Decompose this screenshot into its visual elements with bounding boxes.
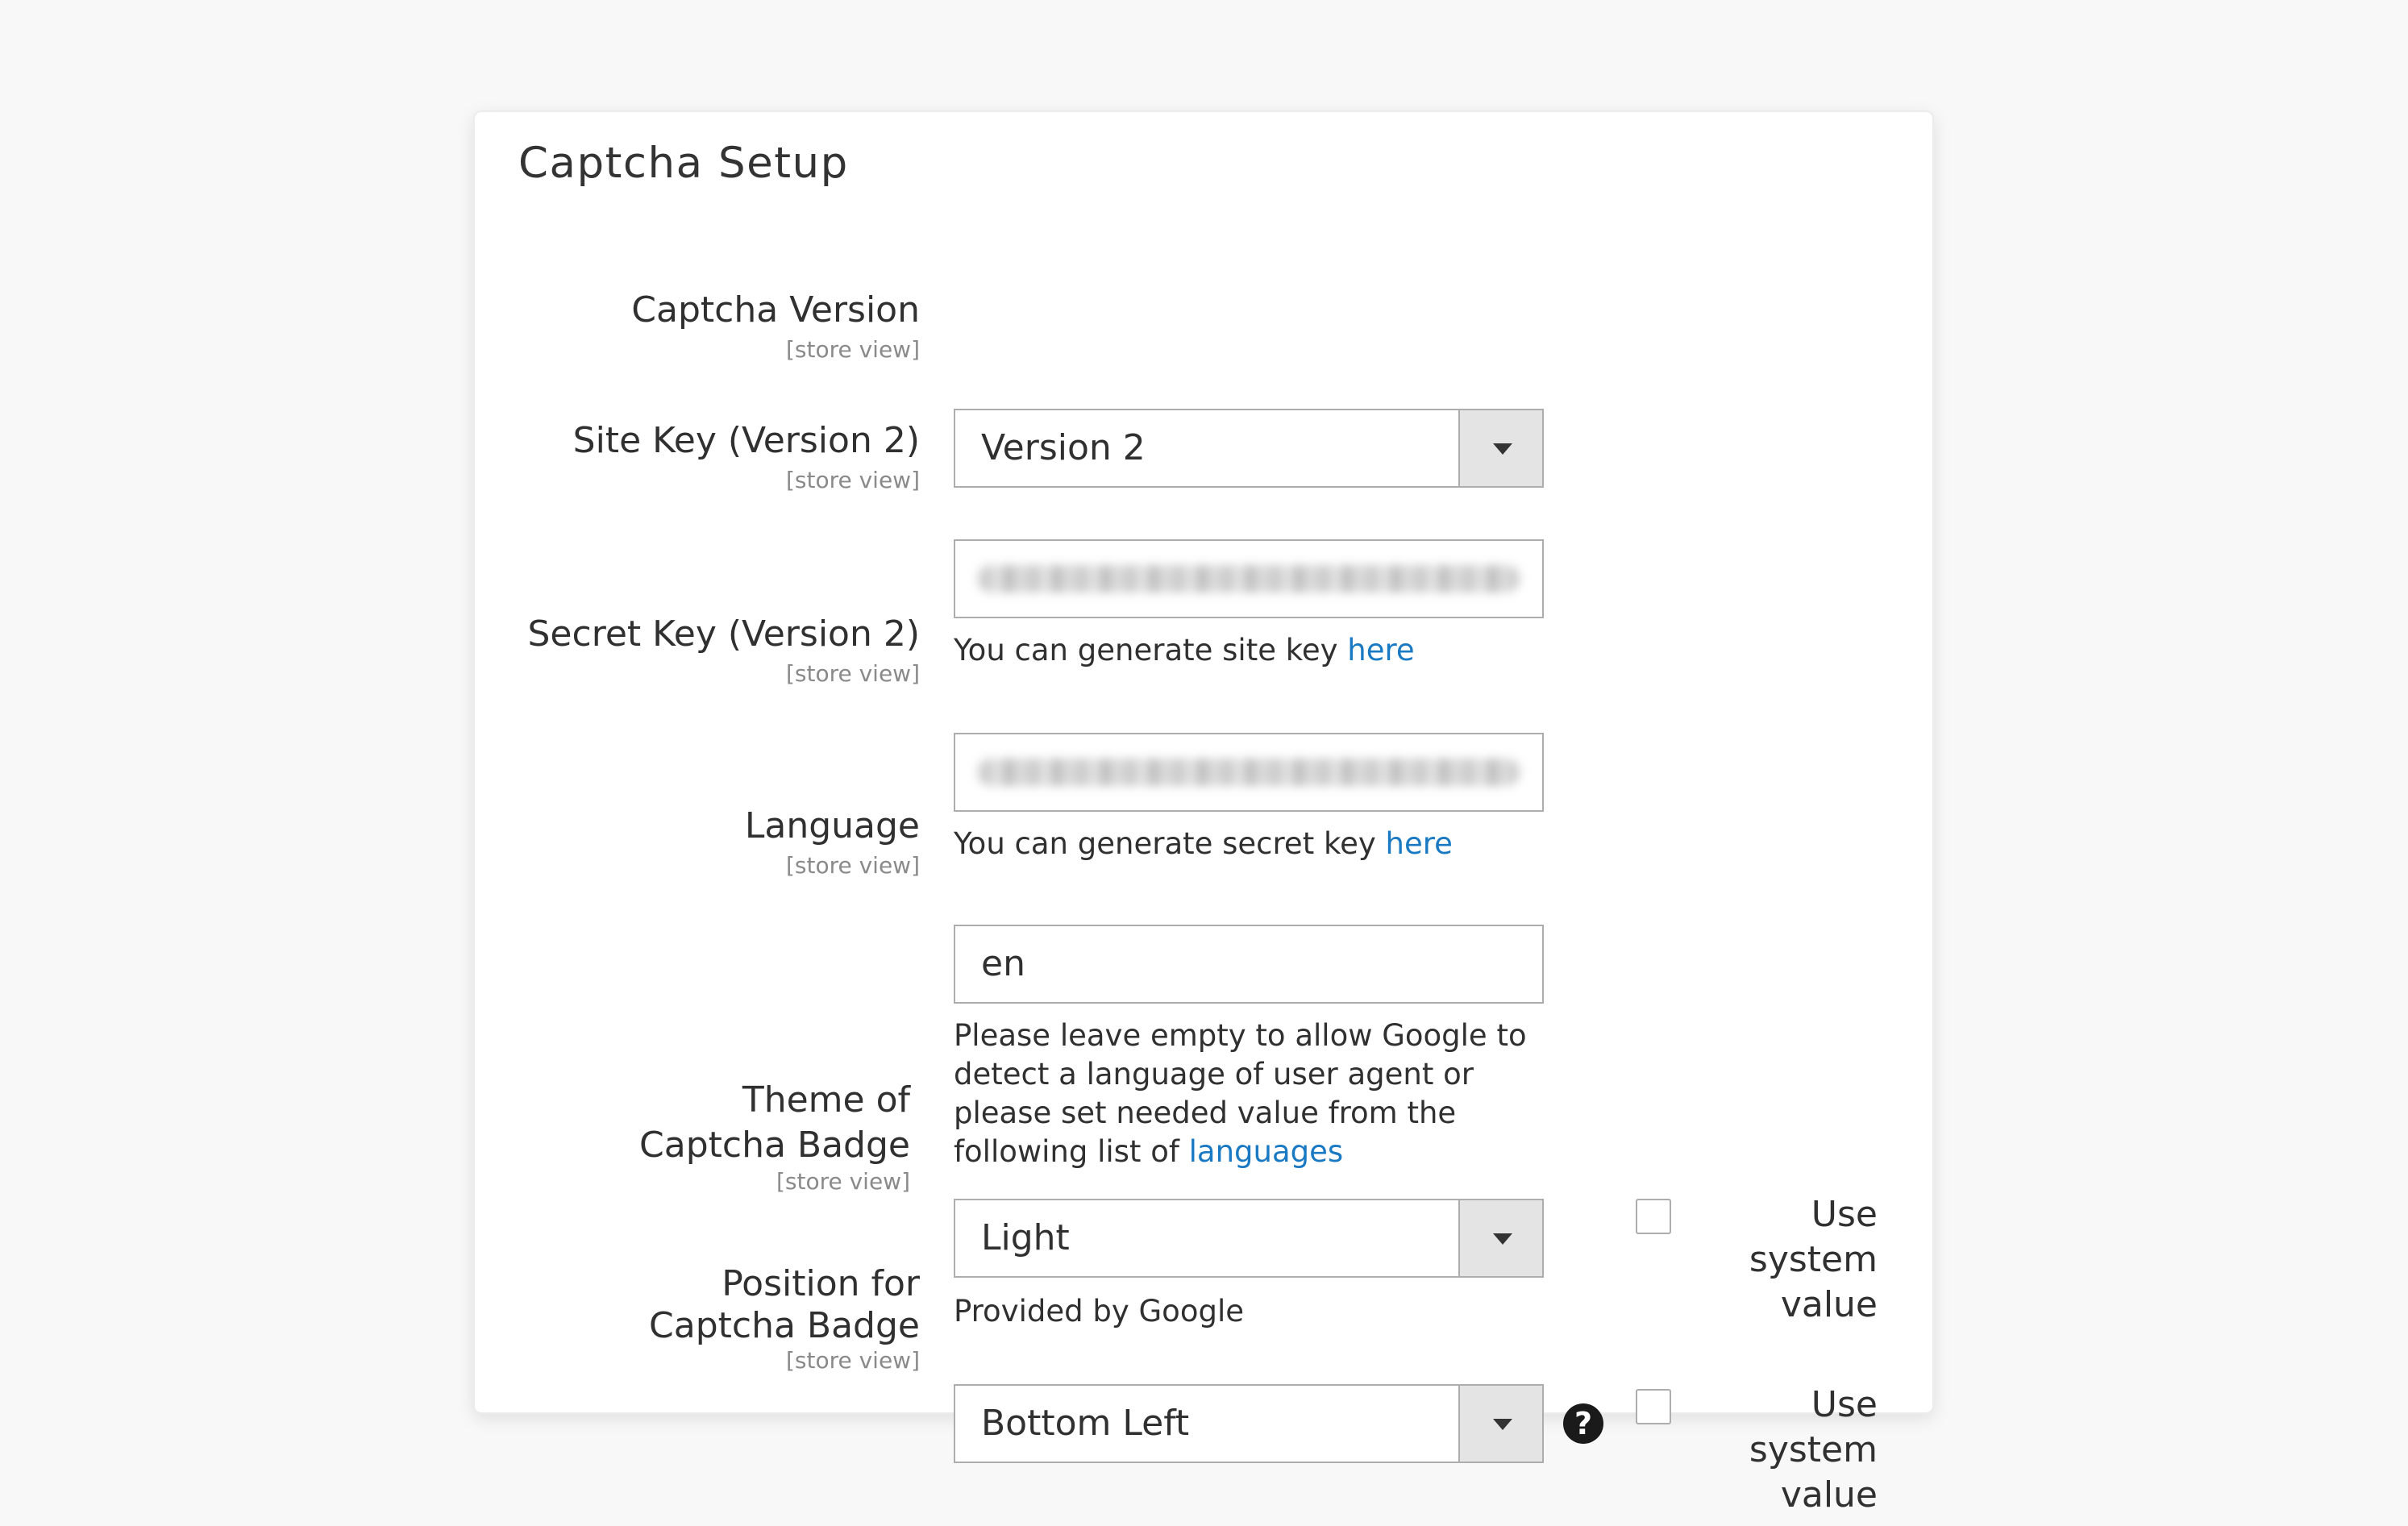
language-note: Please leave empty to allow Google to de… — [954, 1017, 1534, 1171]
languages-link[interactable]: languages — [1189, 1134, 1344, 1169]
chevron-down-icon[interactable] — [1458, 1200, 1542, 1276]
badge-theme-use-system-label: Use system value — [1692, 1192, 1878, 1328]
section-title: Captcha Setup — [518, 139, 849, 188]
site-key-note-text: You can generate site key — [954, 633, 1348, 667]
badge-theme-label-line1: Theme of — [742, 1079, 910, 1121]
badge-position-scope: [store view] — [785, 1347, 920, 1374]
secret-key-here-link[interactable]: here — [1386, 826, 1453, 861]
badge-position-use-system-label: Use system value — [1692, 1383, 1878, 1518]
site-key-scope: [store view] — [785, 467, 920, 493]
secret-key-label: Secret Key (Version 2) — [527, 613, 921, 655]
secret-key-input[interactable] — [954, 733, 1544, 812]
badge-position-select[interactable]: Bottom Left — [954, 1384, 1544, 1463]
badge-position-label-group: Position for Captcha Badge [store view] — [649, 1263, 920, 1374]
badge-theme-use-system-line1: Use system — [1749, 1194, 1878, 1280]
badge-theme-scope: [store view] — [776, 1168, 910, 1195]
captcha-version-label-group: Captcha Version [store view] — [631, 288, 920, 364]
captcha-version-select[interactable]: Version 2 — [954, 409, 1544, 488]
captcha-version-value: Version 2 — [981, 427, 1146, 468]
badge-position-label-line2: Captcha Badge — [649, 1305, 920, 1346]
captcha-version-scope: [store view] — [785, 336, 920, 363]
chevron-down-icon[interactable] — [1458, 1386, 1542, 1462]
language-label-group: Language [store view] — [745, 804, 920, 879]
site-key-label-group: Site Key (Version 2) [store view] — [573, 418, 920, 494]
badge-theme-use-system-line2: value — [1780, 1284, 1878, 1325]
redacted-site-key — [978, 565, 1520, 593]
badge-theme-value: Light — [981, 1217, 1070, 1258]
badge-theme-use-system-checkbox[interactable] — [1636, 1199, 1671, 1234]
site-key-here-link[interactable]: here — [1347, 633, 1414, 667]
badge-theme-label-group: Theme of Captcha Badge [store view] — [639, 1078, 910, 1195]
language-value: en — [981, 943, 1025, 984]
badge-position-use-system-checkbox[interactable] — [1636, 1389, 1671, 1424]
site-key-note: You can generate site key here — [954, 631, 1566, 670]
site-key-input[interactable] — [954, 539, 1544, 618]
help-icon[interactable]: ? — [1563, 1403, 1603, 1444]
secret-key-note: You can generate secret key here — [954, 825, 1566, 863]
secret-key-label-group: Secret Key (Version 2) [store view] — [528, 612, 921, 688]
badge-position-use-system-line1: Use system — [1749, 1384, 1878, 1470]
badge-theme-label-line2: Captcha Badge — [639, 1125, 910, 1166]
redacted-secret-key — [978, 759, 1520, 786]
captcha-setup-panel: Captcha Setup Captcha Version [store vie… — [473, 110, 1934, 1516]
language-input[interactable]: en — [954, 925, 1544, 1004]
badge-theme-select[interactable]: Light — [954, 1199, 1544, 1278]
badge-position-value: Bottom Left — [981, 1403, 1190, 1444]
language-scope: [store view] — [785, 852, 920, 879]
language-label: Language — [744, 805, 920, 846]
secret-key-note-text: You can generate secret key — [954, 826, 1386, 861]
badge-position-use-system-line2: value — [1780, 1474, 1878, 1516]
badge-theme-note: Provided by Google — [954, 1294, 1244, 1328]
site-key-label: Site Key (Version 2) — [572, 420, 920, 461]
captcha-version-label: Captcha Version — [631, 289, 920, 331]
badge-position-label-line1: Position for — [722, 1263, 920, 1304]
chevron-down-icon[interactable] — [1458, 410, 1542, 486]
secret-key-scope: [store view] — [785, 660, 920, 687]
